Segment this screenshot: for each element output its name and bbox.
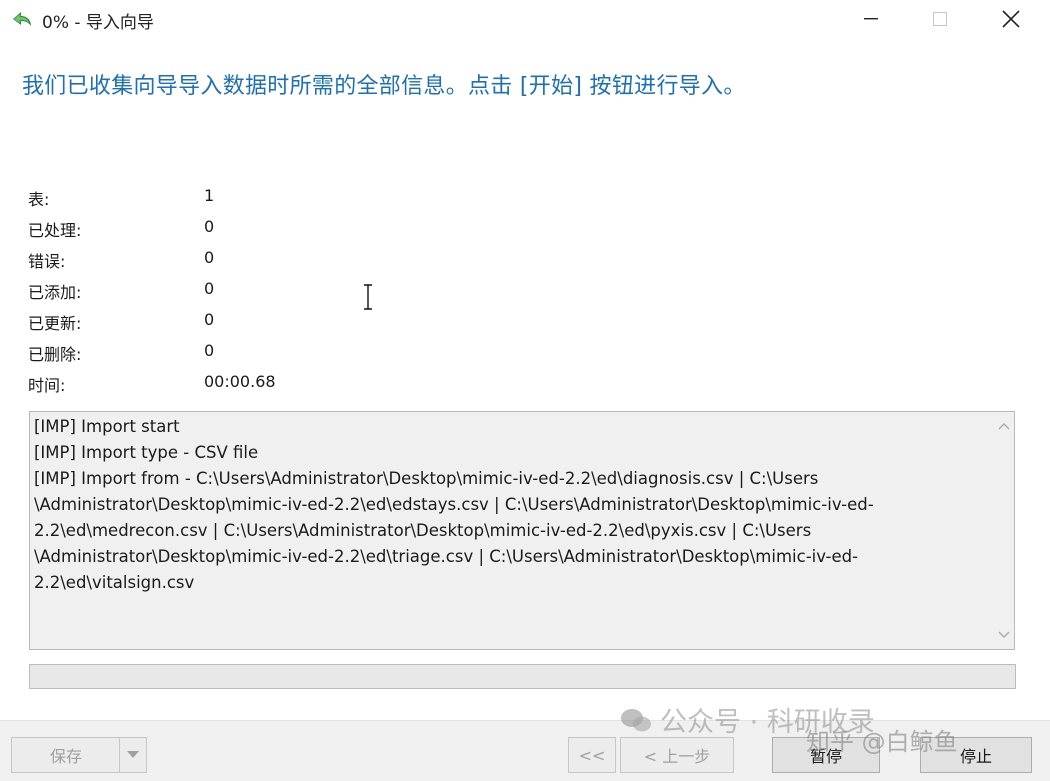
save-button[interactable]: 保存 <box>11 737 147 773</box>
stat-value: 00:00.68 <box>204 372 276 391</box>
close-button[interactable] <box>988 2 1034 36</box>
stat-label: 时间: <box>28 376 66 395</box>
watermark-zhihu: 知乎 @白鲸鱼 <box>806 728 958 756</box>
log-line: \Administrator\Desktop\mimic-iv-ed-2.2\e… <box>34 547 859 566</box>
stat-processed: 已处理: 0 <box>28 217 348 243</box>
stat-time: 时间: 00:00.68 <box>28 372 348 398</box>
save-button-label: 保存 <box>49 747 82 766</box>
stat-value: 0 <box>204 279 215 298</box>
stop-button-label: 停止 <box>959 747 992 766</box>
first-step-button[interactable]: << <box>568 737 616 773</box>
stat-deleted: 已删除: 0 <box>28 341 348 367</box>
stat-label: 已更新: <box>28 314 82 333</box>
stat-value: 0 <box>204 310 215 329</box>
log-line: 2.2\ed\medrecon.csv | C:\Users\Administr… <box>34 521 812 540</box>
stat-errors: 错误: 0 <box>28 248 348 274</box>
log-line: 2.2\ed\vitalsign.csv <box>34 573 195 592</box>
log-line: [IMP] Import start <box>34 417 180 436</box>
save-dropdown[interactable] <box>119 738 146 772</box>
stat-value: 0 <box>204 248 215 267</box>
maximize-icon <box>933 12 947 26</box>
chevron-down-icon <box>127 751 139 758</box>
scroll-up-icon[interactable] <box>998 421 1010 431</box>
wizard-instruction: 我们已收集向导导入数据时所需的全部信息。点击 [开始] 按钮进行导入。 <box>22 74 746 99</box>
stat-value: 1 <box>204 186 215 205</box>
log-lines: [IMP] Import start [IMP] Import type - C… <box>34 414 992 596</box>
stat-value: 0 <box>204 217 215 236</box>
stat-tables: 表: 1 <box>28 186 348 212</box>
import-wizard-icon <box>13 12 31 26</box>
minimize-icon <box>864 18 878 20</box>
text-cursor-icon <box>364 284 372 310</box>
stat-value: 0 <box>204 341 215 360</box>
maximize-button <box>917 2 963 36</box>
stat-label: 表: <box>28 190 50 209</box>
scroll-down-icon[interactable] <box>998 630 1010 640</box>
log-line: [IMP] Import type - CSV file <box>34 443 259 462</box>
window-title: 0% - 导入向导 <box>42 13 154 33</box>
close-icon <box>1002 10 1020 28</box>
back-button-label: < 上一步 <box>643 747 711 766</box>
import-progress-bar <box>29 664 1016 689</box>
stat-added: 已添加: 0 <box>28 279 348 305</box>
first-step-label: << <box>578 745 606 765</box>
log-line: [IMP] Import from - C:\Users\Administrat… <box>34 469 819 488</box>
log-scrollbar[interactable] <box>994 412 1014 649</box>
title-bar: 0% - 导入向导 <box>0 0 1050 40</box>
stat-label: 已添加: <box>28 283 82 302</box>
stat-label: 错误: <box>28 252 66 271</box>
stat-label: 已处理: <box>28 221 82 240</box>
stat-updated: 已更新: 0 <box>28 310 348 336</box>
import-log[interactable]: [IMP] Import start [IMP] Import type - C… <box>29 411 1015 650</box>
log-line: \Administrator\Desktop\mimic-iv-ed-2.2\e… <box>34 495 874 514</box>
minimize-button[interactable] <box>848 2 894 36</box>
stat-label: 已删除: <box>28 345 82 364</box>
wechat-icon <box>621 708 651 731</box>
back-button[interactable]: < 上一步 <box>620 737 734 773</box>
